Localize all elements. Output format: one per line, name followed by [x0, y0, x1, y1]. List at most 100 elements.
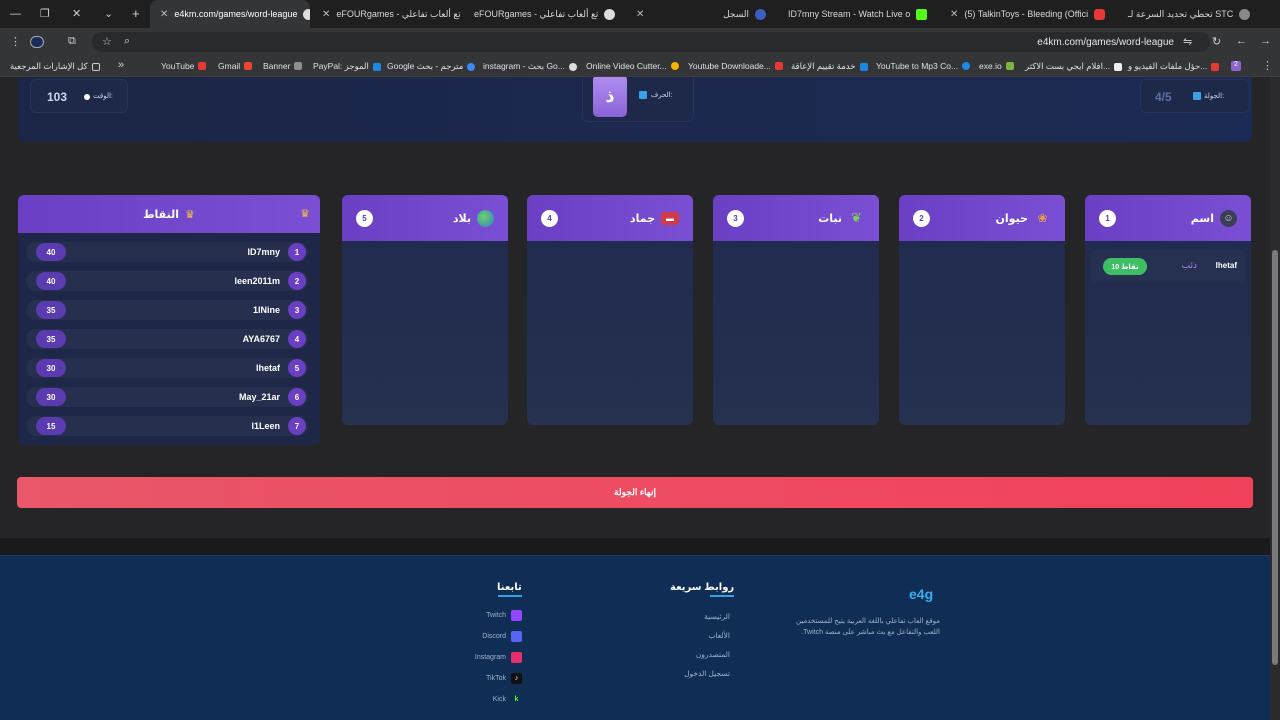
back-icon[interactable]: ←: [1236, 35, 1247, 47]
egybest-icon: [1114, 62, 1123, 71]
clock-icon: [84, 94, 90, 100]
bookmarks-overflow-icon[interactable]: »: [118, 59, 124, 71]
social-tiktok[interactable]: TikTok ♪: [486, 673, 522, 684]
bookmark-youtube-downloader[interactable]: Youtube Downloade...: [688, 61, 783, 71]
footer-brand: e4g: [909, 586, 934, 602]
bookmark-label: افلام ايجي بست الاكثر...: [1025, 61, 1111, 71]
bookmark-disability[interactable]: خدمة تقييم الإعاقة: [791, 61, 868, 72]
browser-tab-bar: — ❐ ✕ ⌄ + ✕ e4km.com/games/word-league ✕…: [0, 0, 1280, 28]
score-player-name: AYA6767: [242, 334, 280, 344]
close-tab-icon[interactable]: ✕: [322, 9, 330, 20]
score-points: 30: [36, 388, 66, 406]
bookmark-video-cutter[interactable]: Online Video Cutter...: [586, 61, 679, 71]
bookmark-label: 2: [1231, 61, 1241, 71]
score-player-name: ID7mny: [247, 247, 280, 257]
paw-icon: ❀: [1037, 211, 1048, 225]
scrollbar-thumb[interactable]: [1272, 250, 1278, 665]
bookmark-2[interactable]: 2: [1231, 61, 1241, 71]
score-row: 5 lhetaf 30: [26, 358, 308, 378]
extensions-icon[interactable]: ⧉: [68, 35, 76, 48]
bookmark-banner[interactable]: Banner: [263, 61, 303, 71]
social-label: TikTok: [486, 675, 506, 682]
footer-link-games[interactable]: الألعاب: [708, 631, 730, 640]
zoom-icon[interactable]: ⌕: [124, 35, 130, 48]
footer-link-home[interactable]: الرئيسية: [704, 612, 730, 621]
bookmark-yt-mp3[interactable]: YouTube to Mp3 Co...: [876, 61, 971, 71]
tab-word-league[interactable]: ✕ e4km.com/games/word-league: [150, 0, 310, 28]
column-number: 2: [913, 209, 930, 227]
column-title: بلاد: [452, 212, 471, 225]
round-value: 4/5: [1155, 90, 1172, 104]
profile-avatar[interactable]: [30, 36, 44, 48]
close-tab-icon[interactable]: ✕: [950, 9, 958, 20]
tab-stc[interactable]: تحطي تحديد السرعة لـ STC: [1118, 0, 1258, 28]
bookmark-label: Online Video Cutter...: [586, 61, 667, 71]
leaf-icon: ❦: [851, 210, 862, 225]
tab-youtube[interactable]: ✕ (5) TalkinToys - Bleeding (Offici: [940, 0, 1116, 28]
close-tab-icon[interactable]: ✕: [636, 9, 644, 20]
restore-icon[interactable]: ❐: [40, 7, 50, 20]
score-points: 35: [36, 301, 66, 319]
bookmark-egybest[interactable]: افلام ايجي بست الاكثر...: [1025, 61, 1123, 72]
tab-history[interactable]: ✕ السجل: [626, 0, 776, 28]
bookmark-gmail[interactable]: Gmail: [218, 61, 253, 71]
new-tab-icon[interactable]: +: [132, 6, 140, 21]
social-twitch[interactable]: Twitch: [486, 610, 522, 621]
bookmark-paypal[interactable]: PayPal: الموجز: [313, 61, 381, 72]
answer-word: ذئب: [1181, 260, 1197, 270]
bookmark-label: instagram - بحث Go...: [483, 61, 565, 71]
bookmark-star-icon[interactable]: ☆: [102, 35, 112, 48]
score-row: 1 ID7mny 40: [26, 242, 308, 262]
menu-dots-icon[interactable]: ⋮: [10, 35, 21, 48]
social-label: Kick: [492, 696, 506, 703]
score-rank: 1: [288, 243, 306, 261]
bookmarks-bar: كل الإشارات المرجعية » YouTube Gmail Ban…: [0, 56, 1280, 77]
toolbox-icon: ▬: [661, 211, 679, 225]
footer-link-leaderboard[interactable]: المتصدرون: [696, 650, 730, 659]
column-country: بلاد 5: [342, 195, 508, 425]
bookmarks-menu-icon[interactable]: ⋮: [1262, 59, 1273, 72]
score-row: 2 leen2011m 40: [26, 271, 308, 291]
tab-efourgames-1[interactable]: ✕ eFOURgames - تع ألعاب تفاعلي: [312, 0, 462, 28]
forward-icon[interactable]: →: [1260, 35, 1271, 47]
answer-points-badge: 10 نقاط: [1103, 258, 1147, 275]
bookmark-youtube[interactable]: YouTube: [161, 61, 207, 71]
social-kick[interactable]: Kick k: [493, 694, 522, 705]
bookmark-label: YouTube: [161, 61, 195, 71]
reload-icon[interactable]: ↻: [1212, 35, 1221, 48]
site-settings-icon[interactable]: ⇋: [1183, 35, 1192, 48]
folder-icon: [91, 62, 100, 71]
video-cutter-icon: [670, 62, 679, 70]
url-text[interactable]: e4km.com/games/word-league: [1037, 37, 1174, 48]
bookmark-google-translate[interactable]: Google مترجم - بحث: [387, 61, 476, 72]
score-rank: 3: [288, 301, 306, 319]
bookmark-label: YouTube to Mp3 Co...: [876, 61, 959, 71]
footer-description: موقع العاب تفاعلي باللغة العربية يتيح لل…: [796, 618, 940, 636]
close-window-icon[interactable]: ✕: [72, 7, 81, 20]
efour-favicon-icon: [604, 8, 616, 20]
tab-search-icon[interactable]: ⌄: [104, 7, 113, 20]
end-round-button[interactable]: إنهاء الجولة: [17, 477, 1253, 508]
exe-icon: [1005, 62, 1014, 70]
tiktok-icon: ♪: [511, 673, 522, 684]
bookmark-video-convert[interactable]: حؤل ملفات الفيديو و...: [1128, 61, 1220, 72]
score-rank: 7: [288, 417, 306, 435]
trophy-icon: ♛: [185, 208, 195, 221]
close-tab-icon[interactable]: ✕: [160, 9, 168, 20]
column-number: 5: [356, 209, 373, 227]
e4km-favicon-icon: [303, 8, 310, 20]
social-discord[interactable]: Discord: [482, 631, 522, 642]
social-label: Twitch: [486, 612, 506, 619]
footer-link-login[interactable]: تسجيل الدخول: [684, 669, 730, 678]
tab-efourgames-2[interactable]: eFOURgames - تع ألعاب تفاعلي: [464, 0, 624, 28]
bookmark-instagram-search[interactable]: instagram - بحث Go...: [483, 61, 577, 72]
tab-kick-stream[interactable]: ID7mny Stream - Watch Live o: [778, 0, 938, 28]
tab-title: ID7mny Stream - Watch Live o: [788, 9, 911, 19]
column-header: ▬ جماد 4: [527, 195, 693, 241]
bookmark-exe[interactable]: exe.io: [979, 61, 1014, 71]
kick-icon: k: [511, 694, 522, 705]
bookmark-all[interactable]: كل الإشارات المرجعية: [10, 61, 100, 72]
minimize-icon[interactable]: —: [10, 8, 21, 20]
globe-favicon-icon: [1239, 8, 1251, 20]
social-instagram[interactable]: Instagram: [475, 652, 522, 663]
